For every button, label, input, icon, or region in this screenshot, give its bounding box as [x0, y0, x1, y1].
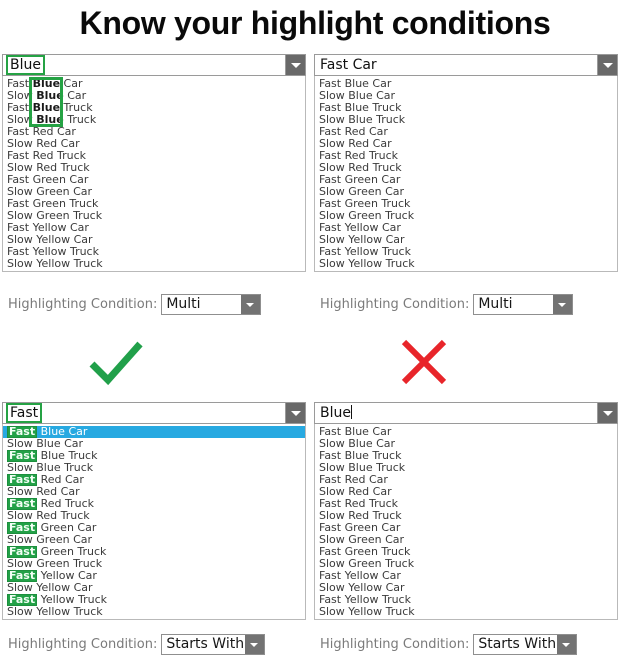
condition-value-bottom-left: Starts With	[166, 635, 245, 652]
combobox-top-left[interactable]: Blue Fast Blue Car Slow Blue Car Fast Blue…	[2, 54, 306, 272]
cross-mark-icon	[401, 339, 447, 385]
condition-value-bottom-right: Starts With	[478, 635, 557, 652]
search-input-bottom-left[interactable]: Fast	[6, 403, 43, 423]
search-input-bottom-right[interactable]: Blue	[318, 404, 354, 422]
combobox-bottom-right[interactable]: Blue Fast Blue Car Slow Blue Car Fast Blue…	[314, 402, 618, 620]
search-input-top-right[interactable]: Fast Car	[318, 56, 379, 74]
condition-value-top-left: Multi	[166, 295, 201, 312]
list-item-label: Slow Yellow Truck	[7, 605, 103, 618]
verdict-cross-top-right	[392, 332, 462, 388]
chevron-down-icon[interactable]	[241, 294, 261, 314]
option-list-top-right[interactable]: Fast Blue Car Slow Blue Car Fast Blue Truc…	[314, 76, 618, 272]
chevron-down-icon[interactable]	[245, 634, 265, 654]
chevron-down-icon[interactable]	[557, 634, 577, 654]
page-title: Know your highlight conditions	[79, 5, 551, 41]
chevron-down-icon[interactable]	[597, 403, 617, 423]
verdict-check-top-left	[82, 332, 152, 388]
search-input-bottom-right-value: Blue	[320, 405, 351, 421]
chevron-down-icon[interactable]	[553, 294, 573, 314]
condition-label-top-right: Highlighting Condition:	[320, 296, 470, 312]
condition-select-top-right[interactable]: Multi	[473, 293, 574, 315]
combobox-bottom-left[interactable]: Fast Fast Blue Car Slow Blue Car Fast Blue…	[2, 402, 306, 620]
condition-row-top-right: Highlighting Condition: Multi	[320, 292, 574, 316]
option-list-top-left[interactable]: Fast Blue Car Slow Blue Car Fast Blue Truc…	[2, 76, 306, 272]
list-item-label: Slow Yellow Truck	[7, 257, 103, 270]
list-item[interactable]: Slow Yellow Truck	[315, 258, 617, 270]
condition-value-top-right: Multi	[478, 295, 513, 312]
combobox-input-row-top-left[interactable]: Blue	[2, 54, 306, 76]
condition-label-bottom-right: Highlighting Condition:	[320, 636, 470, 652]
text-caret	[350, 405, 352, 419]
list-item[interactable]: Slow Yellow Truck	[3, 258, 305, 270]
list-item-label: Slow Yellow Truck	[319, 605, 415, 618]
chevron-down-icon[interactable]	[285, 55, 305, 75]
option-list-bottom-left[interactable]: Fast Blue Car Slow Blue Car Fast Blue Truc…	[2, 424, 306, 620]
check-mark-icon	[89, 341, 143, 386]
combobox-input-row-bottom-right[interactable]: Blue	[314, 402, 618, 424]
condition-label-bottom-left: Highlighting Condition:	[8, 636, 158, 652]
option-list-bottom-right[interactable]: Fast Blue Car Slow Blue Car Fast Blue Truc…	[314, 424, 618, 620]
condition-select-bottom-right[interactable]: Starts With	[473, 633, 578, 655]
list-item[interactable]: Slow Yellow Truck	[315, 606, 617, 618]
list-item[interactable]: Slow Yellow Truck	[3, 606, 305, 618]
condition-row-bottom-left: Highlighting Condition: Starts With	[8, 632, 266, 656]
search-input-top-left[interactable]: Blue	[6, 55, 45, 75]
chevron-down-icon[interactable]	[597, 55, 617, 75]
chevron-down-icon[interactable]	[285, 403, 305, 423]
list-item-label: Slow Yellow Truck	[319, 257, 415, 270]
combobox-input-row-top-right[interactable]: Fast Car	[314, 54, 618, 76]
condition-select-bottom-left[interactable]: Starts With	[161, 633, 266, 655]
condition-select-top-left[interactable]: Multi	[161, 293, 262, 315]
combobox-input-row-bottom-left[interactable]: Fast	[2, 402, 306, 424]
combobox-top-right[interactable]: Fast Car Fast Blue Car Slow Blue Car Fast …	[314, 54, 618, 272]
condition-row-bottom-right: Highlighting Condition: Starts With	[320, 632, 578, 656]
condition-label-top-left: Highlighting Condition:	[8, 296, 158, 312]
condition-row-top-left: Highlighting Condition: Multi	[8, 292, 262, 316]
